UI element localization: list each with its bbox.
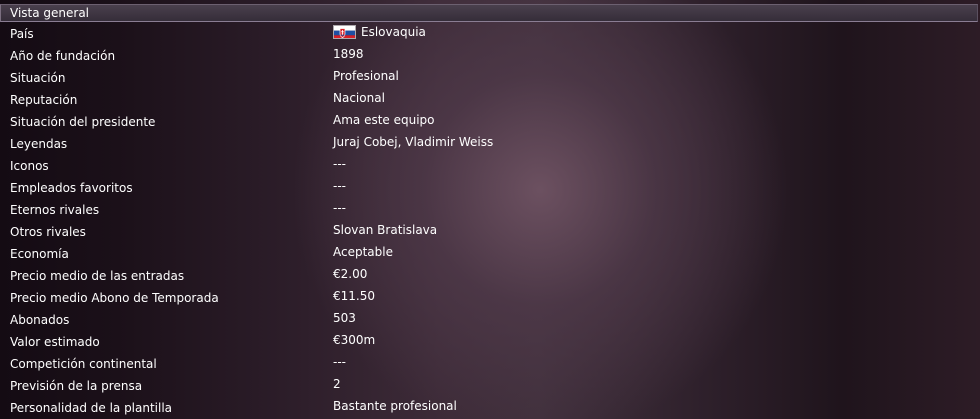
info-value: €2.00 (333, 267, 368, 281)
info-row-country: País Eslovaquia (0, 23, 980, 45)
legends-value[interactable]: Juraj Cobej, Vladimir Weiss (333, 135, 493, 149)
panel-title: Vista general (10, 6, 90, 20)
info-label: Valor estimado (10, 335, 100, 349)
info-value: --- (333, 179, 346, 193)
info-value: Bastante profesional (333, 399, 457, 413)
info-value: --- (333, 201, 346, 215)
info-row-reputation: Reputación Nacional (0, 89, 980, 111)
info-label: Precio medio Abono de Temporada (10, 291, 219, 305)
info-value: 503 (333, 311, 356, 325)
rival-link[interactable]: Slovan Bratislava (333, 223, 437, 237)
info-label: País (10, 27, 34, 41)
info-row-economy: Economía Aceptable (0, 243, 980, 265)
info-row-season-ticket-holders: Abonados 503 (0, 309, 980, 331)
info-label: Abonados (10, 313, 70, 327)
info-label: Iconos (10, 159, 49, 173)
info-row-legends: Leyendas Juraj Cobej, Vladimir Weiss (0, 133, 980, 155)
info-row-eternal-rivals: Eternos rivales --- (0, 199, 980, 221)
info-row-icons: Iconos --- (0, 155, 980, 177)
info-row-other-rivals: Otros rivales Slovan Bratislava (0, 221, 980, 243)
country-name[interactable]: Eslovaquia (361, 25, 426, 39)
info-row-estimated-value: Valor estimado €300m (0, 331, 980, 353)
info-label: Previsión de la prensa (10, 379, 143, 393)
info-value-country[interactable]: Eslovaquia (333, 25, 426, 39)
info-value: 1898 (333, 47, 364, 61)
info-label: Precio medio de las entradas (10, 269, 185, 283)
info-value: --- (333, 355, 346, 369)
info-row-ticket-price: Precio medio de las entradas €2.00 (0, 265, 980, 287)
info-value: 2 (333, 377, 341, 391)
info-value: Profesional (333, 69, 399, 83)
info-label: Personalidad de la plantilla (10, 401, 173, 415)
info-row-favorite-staff: Empleados favoritos --- (0, 177, 980, 199)
info-row-season-ticket-price: Precio medio Abono de Temporada €11.50 (0, 287, 980, 309)
info-label: Empleados favoritos (10, 181, 133, 195)
info-value: Aceptable (333, 245, 393, 259)
info-label: Reputación (10, 93, 78, 107)
info-label: Economía (10, 247, 69, 261)
info-row-squad-personality: Personalidad de la plantilla Bastante pr… (0, 397, 980, 419)
info-value: --- (333, 157, 346, 171)
info-label: Situación (10, 71, 66, 85)
info-label: Eternos rivales (10, 203, 100, 217)
info-label: Leyendas (10, 137, 68, 151)
info-value: €300m (333, 333, 376, 347)
info-row-continental-competition: Competición continental --- (0, 353, 980, 375)
info-row-founded: Año de fundación 1898 (0, 45, 980, 67)
overview-panel: Vista general País Eslovaquia Año de fun… (0, 0, 980, 419)
info-value: €11.50 (333, 289, 375, 303)
slovakia-flag-icon (333, 25, 356, 39)
info-row-status: Situación Profesional (0, 67, 980, 89)
info-value: Nacional (333, 91, 385, 105)
info-list: País Eslovaquia Año de fundación 1898 Si… (0, 23, 980, 419)
info-label: Otros rivales (10, 225, 86, 239)
info-row-press-prediction: Previsión de la prensa 2 (0, 375, 980, 397)
info-label: Competición continental (10, 357, 157, 371)
info-label: Situación del presidente (10, 115, 156, 129)
panel-header: Vista general (0, 4, 978, 22)
info-value: Ama este equipo (333, 113, 435, 127)
info-row-president-status: Situación del presidente Ama este equipo (0, 111, 980, 133)
info-label: Año de fundación (10, 49, 116, 63)
